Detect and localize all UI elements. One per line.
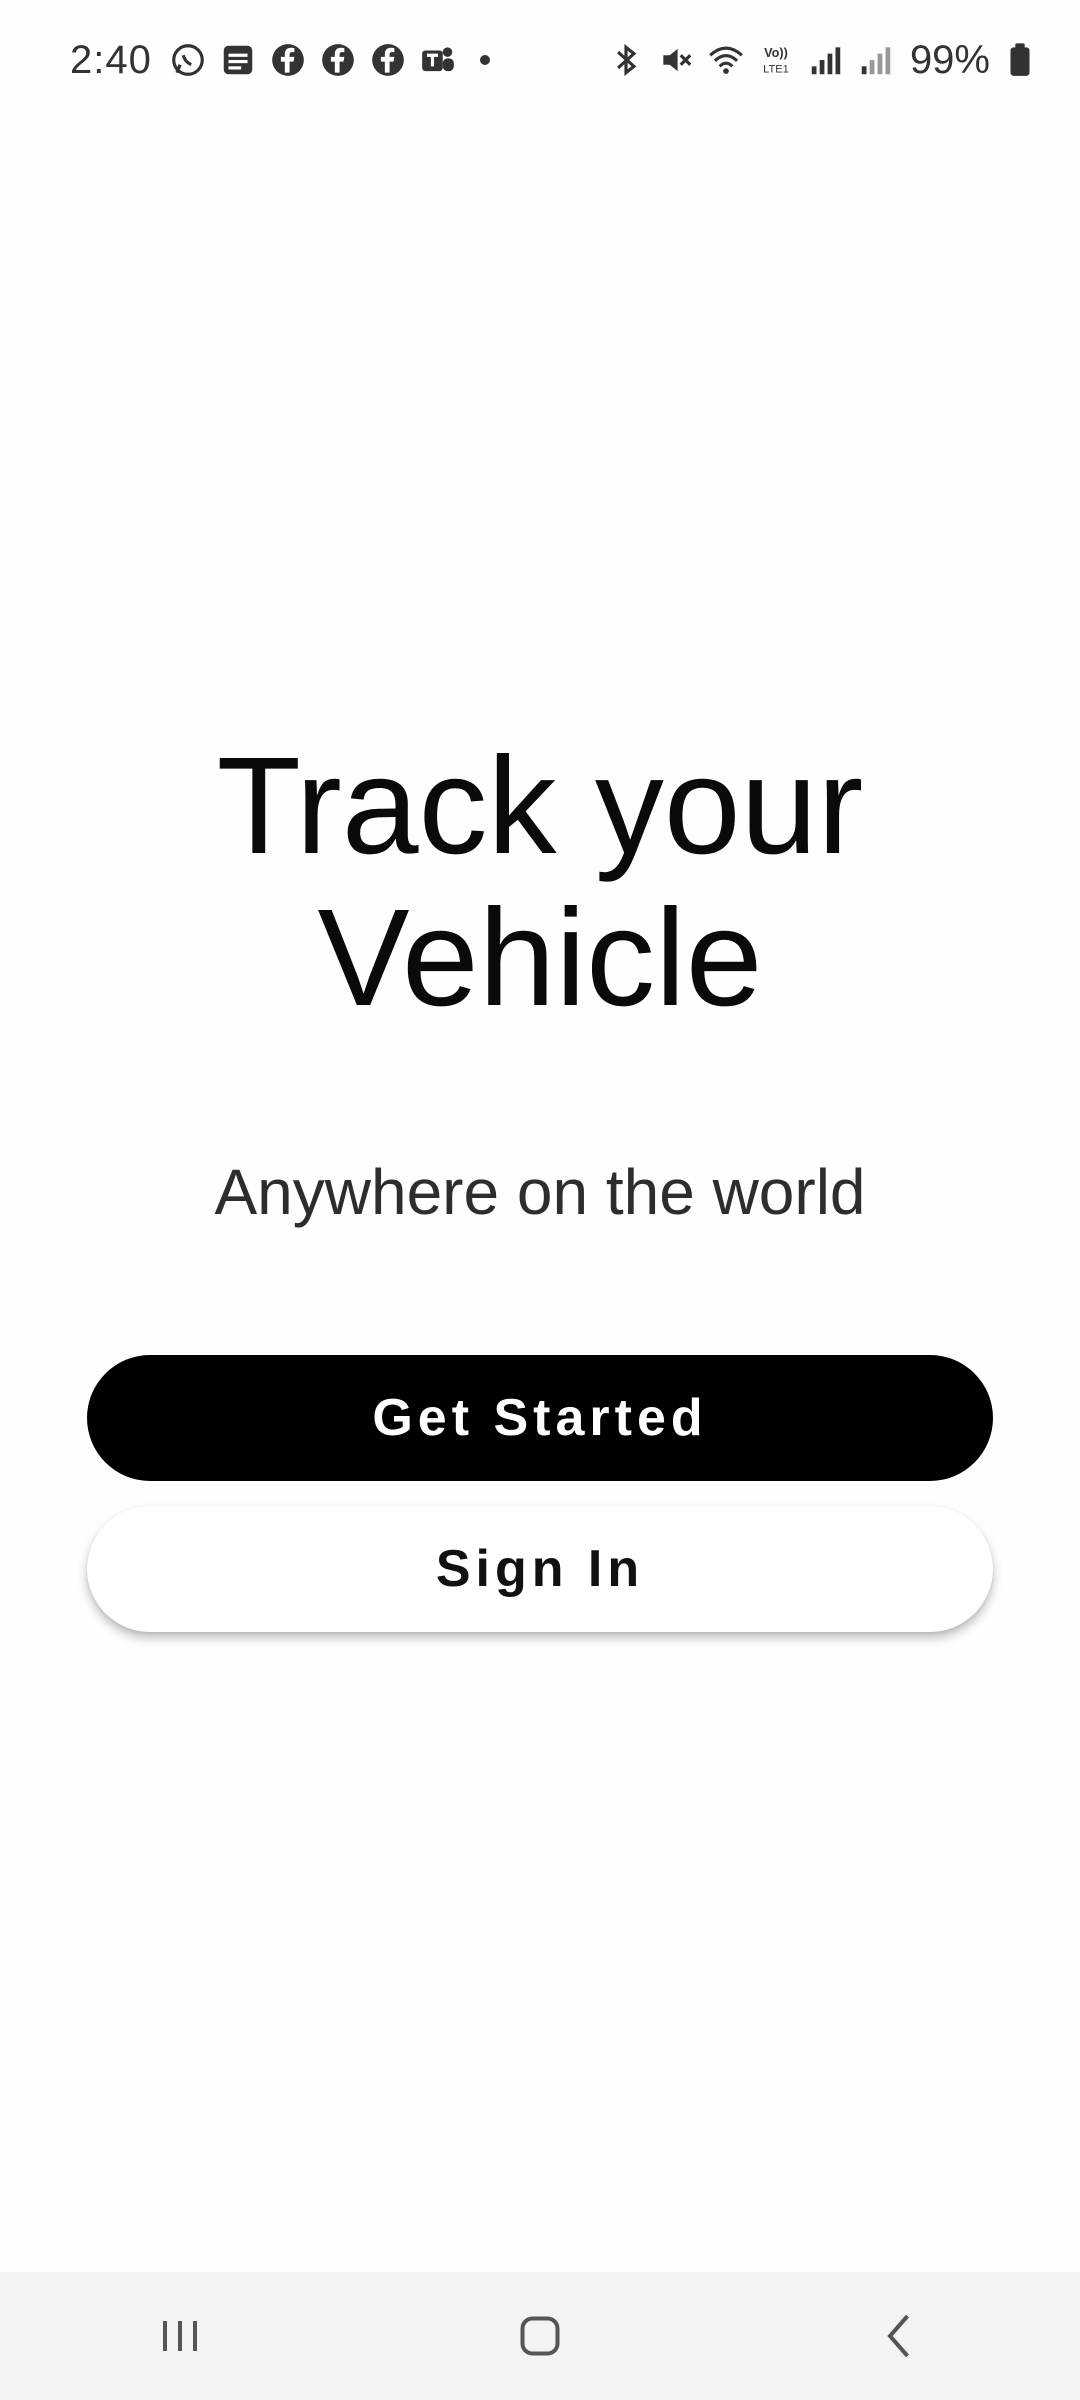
status-right: Vo)) LTE1 99% — [606, 38, 1040, 83]
back-icon — [887, 2314, 910, 2358]
welcome-screen: 2:40 Vo)) LTE1 99% Track your Vehicle An… — [0, 0, 1080, 2400]
notification-dot — [479, 55, 490, 65]
svg-text:LTE1: LTE1 — [763, 64, 789, 76]
signal-icon — [806, 40, 846, 80]
hero-title: Track your Vehicle — [0, 730, 1080, 1034]
get-started-button[interactable]: Get Started — [87, 1355, 993, 1481]
status-left: 2:40 — [70, 38, 490, 83]
whatsapp-icon — [168, 40, 208, 80]
hero-title-line1: Track your — [216, 729, 864, 883]
facebook-icon — [268, 40, 308, 80]
home-icon — [520, 2316, 560, 2356]
wifi-icon — [706, 40, 746, 80]
hero-title-line2: Vehicle — [317, 881, 763, 1035]
mute-icon — [656, 40, 696, 80]
home-button[interactable] — [470, 2286, 610, 2386]
signal-icon — [856, 40, 896, 80]
status-bar: 2:40 Vo)) LTE1 99% — [0, 0, 1080, 120]
volte-icon: Vo)) LTE1 — [756, 40, 796, 80]
recent-apps-icon — [163, 2321, 197, 2351]
svg-text:Vo)): Vo)) — [764, 46, 788, 60]
messages-icon — [218, 40, 258, 80]
sign-in-button[interactable]: Sign In — [87, 1506, 993, 1632]
facebook-icon — [318, 40, 358, 80]
teams-icon — [418, 40, 458, 80]
battery-percent: 99% — [909, 37, 990, 82]
facebook-icon — [368, 40, 408, 80]
recent-apps-button[interactable] — [110, 2286, 250, 2386]
back-button[interactable] — [830, 2286, 970, 2386]
battery-icon — [1000, 40, 1040, 80]
status-time: 2:40 — [70, 37, 152, 82]
navigation-bar — [0, 2272, 1080, 2400]
hero-subtitle: Anywhere on the world — [214, 1156, 866, 1228]
bluetooth-icon — [606, 40, 646, 80]
